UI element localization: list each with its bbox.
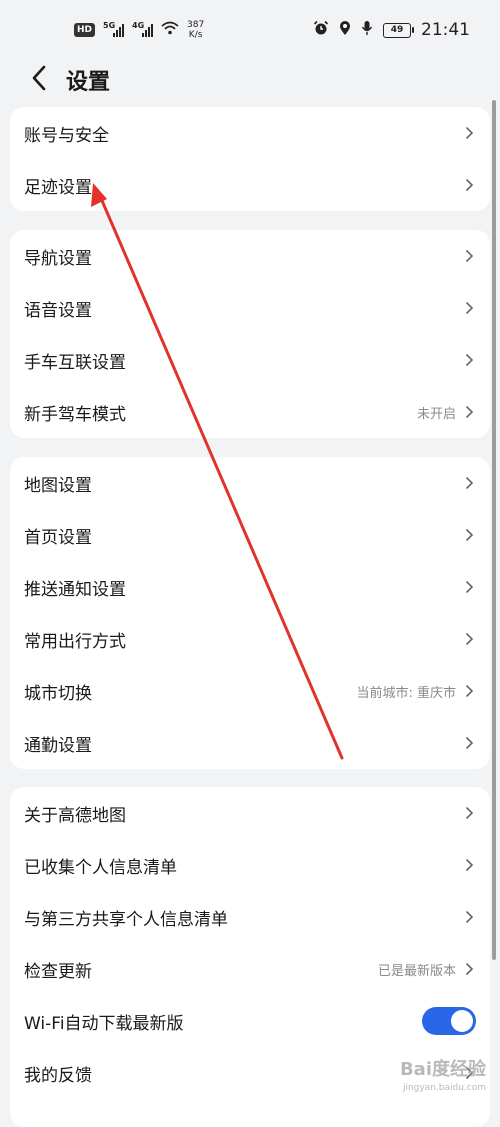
signal-icon-sim2: 4G	[132, 21, 154, 37]
alarm-icon	[313, 20, 329, 40]
setting-label: 账号与安全	[24, 125, 109, 146]
setting-label: 与第三方共享个人信息清单	[24, 909, 228, 930]
setting-label: 城市切换	[24, 683, 92, 704]
setting-value: 未开启	[416, 406, 456, 422]
setting-label: Wi-Fi自动下载最新版	[24, 1013, 184, 1034]
settings-group-account: 账号与安全 足迹设置	[10, 107, 490, 211]
setting-row-voice[interactable]: 语音设置	[10, 282, 490, 334]
setting-row-account-security[interactable]: 账号与安全	[10, 107, 490, 159]
network-gen-sim2: 4G	[132, 21, 145, 30]
setting-row-third-party-info[interactable]: 与第三方共享个人信息清单	[10, 891, 490, 943]
chevron-right-icon	[462, 528, 476, 542]
watermark-sub: jingyan.baidu.com	[402, 1083, 486, 1093]
chevron-right-icon	[462, 580, 476, 594]
setting-row-about[interactable]: 关于高德地图	[10, 787, 490, 839]
setting-label: 语音设置	[24, 300, 92, 321]
setting-row-travel-mode[interactable]: 常用出行方式	[10, 613, 490, 665]
network-speed: 387 K/s	[187, 20, 204, 40]
back-button[interactable]	[14, 60, 64, 100]
chevron-right-icon	[462, 962, 476, 976]
watermark-main: Bai度经验	[399, 1059, 486, 1080]
chevron-right-icon	[462, 405, 476, 419]
network-speed-unit: K/s	[188, 30, 203, 40]
setting-row-commute[interactable]: 通勤设置	[10, 717, 490, 769]
setting-row-footprint[interactable]: 足迹设置	[10, 159, 490, 211]
setting-value: 当前城市: 重庆市	[356, 685, 456, 701]
toggle-knob	[451, 1010, 473, 1032]
setting-row-navigation[interactable]: 导航设置	[10, 230, 490, 282]
setting-value: 已是最新版本	[377, 963, 456, 979]
settings-group-map: 地图设置 首页设置 推送通知设置 常用出行方式 城市切换 当前城市: 重庆市 通…	[10, 457, 490, 769]
setting-label: 足迹设置	[24, 177, 92, 198]
setting-row-check-update[interactable]: 检查更新 已是最新版本	[10, 943, 490, 995]
chevron-right-icon	[462, 126, 476, 140]
setting-row-push-notification[interactable]: 推送通知设置	[10, 561, 490, 613]
chevron-right-icon	[462, 249, 476, 263]
chevron-right-icon	[462, 301, 476, 315]
chevron-right-icon	[462, 476, 476, 490]
setting-row-collected-info[interactable]: 已收集个人信息清单	[10, 839, 490, 891]
setting-label: 首页设置	[24, 527, 92, 548]
status-bar: HD 5G 4G 387 K/s 49 21:41	[0, 0, 500, 60]
chevron-right-icon	[462, 353, 476, 367]
setting-label: 检查更新	[24, 961, 92, 982]
setting-label: 常用出行方式	[24, 631, 126, 652]
app-header: 设置	[0, 60, 500, 100]
setting-label: 导航设置	[24, 248, 92, 269]
setting-row-wifi-auto-download: Wi-Fi自动下载最新版	[10, 995, 490, 1047]
chevron-right-icon	[462, 632, 476, 646]
signal-icon-sim1: 5G	[103, 21, 125, 37]
settings-group-navigation: 导航设置 语音设置 手车互联设置 新手驾车模式 未开启	[10, 230, 490, 438]
setting-label: 我的反馈	[24, 1065, 92, 1086]
setting-row-homepage[interactable]: 首页设置	[10, 509, 490, 561]
status-bar-right: 49 21:41	[313, 20, 470, 40]
setting-row-car-link[interactable]: 手车互联设置	[10, 334, 490, 386]
page-title: 设置	[66, 70, 111, 95]
watermark: Bai度经验 jingyan.baidu.com	[400, 1061, 486, 1097]
setting-row-city-switch[interactable]: 城市切换 当前城市: 重庆市	[10, 665, 490, 717]
wifi-auto-download-toggle[interactable]	[422, 1007, 476, 1035]
scrollbar[interactable]	[492, 100, 496, 960]
setting-label: 关于高德地图	[24, 805, 126, 826]
chevron-right-icon	[462, 736, 476, 750]
setting-row-map[interactable]: 地图设置	[10, 457, 490, 509]
setting-label: 手车互联设置	[24, 352, 126, 373]
setting-label: 新手驾车模式	[24, 404, 126, 425]
status-bar-left: HD 5G 4G 387 K/s	[74, 20, 204, 40]
setting-label: 通勤设置	[24, 735, 92, 756]
setting-label: 已收集个人信息清单	[24, 857, 177, 878]
clock: 21:41	[421, 20, 470, 40]
setting-label: 推送通知设置	[24, 579, 126, 600]
network-speed-value: 387	[187, 20, 205, 30]
chevron-right-icon	[462, 806, 476, 820]
chevron-right-icon	[462, 910, 476, 924]
chevron-right-icon	[462, 178, 476, 192]
battery-icon: 49	[383, 22, 414, 38]
setting-label: 地图设置	[24, 475, 92, 496]
chevron-right-icon	[462, 858, 476, 872]
wifi-icon	[161, 21, 179, 39]
mic-icon	[361, 20, 373, 40]
hd-badge: HD	[74, 23, 96, 37]
chevron-right-icon	[462, 684, 476, 698]
chevron-left-icon	[31, 65, 47, 95]
network-gen-sim1: 5G	[103, 21, 116, 30]
location-icon	[339, 20, 351, 40]
setting-row-novice-driving[interactable]: 新手驾车模式 未开启	[10, 386, 490, 438]
